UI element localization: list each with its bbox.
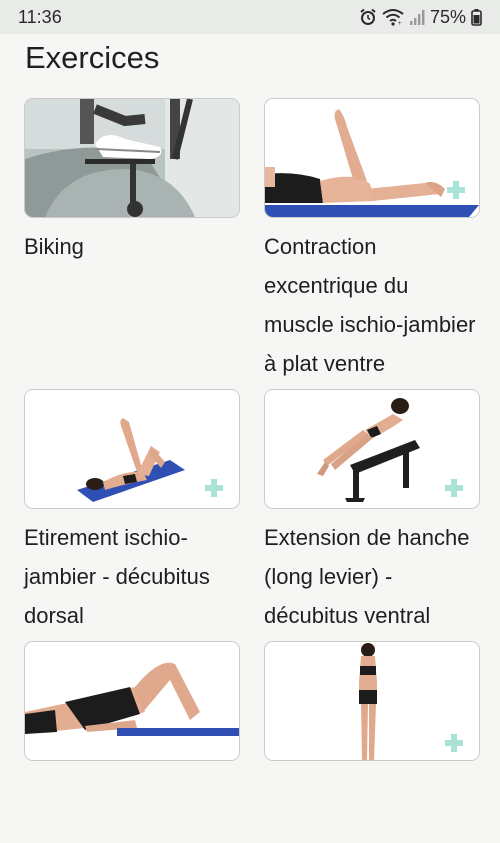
battery-percent: 75% bbox=[429, 6, 466, 27]
exercise-grid: Biking Contraction excentrique du muscle… bbox=[24, 98, 480, 836]
exercise-label: Extension de hanche (long levier) - décu… bbox=[264, 525, 470, 628]
exercise-thumbnail[interactable] bbox=[264, 641, 480, 761]
exercise-thumbnail[interactable] bbox=[24, 98, 240, 218]
battery-icon bbox=[471, 9, 482, 26]
biking-image bbox=[25, 99, 239, 217]
prone-leg-curl-image bbox=[265, 99, 479, 217]
exercise-label: Contraction excentrique du muscle ischio… bbox=[264, 234, 476, 376]
exercise-card-prone-hip-extension[interactable]: Extension de hanche (long levier) - décu… bbox=[264, 389, 480, 641]
status-icons: + 75% bbox=[359, 7, 482, 28]
exercise-card-supine-hamstring-stretch[interactable]: Etirement ischio-jambier - décubitus dor… bbox=[24, 389, 240, 641]
standing-image bbox=[265, 642, 479, 760]
exercise-card-prone-leg-curl[interactable]: Contraction excentrique du muscle ischio… bbox=[264, 98, 480, 389]
status-time: 11:36 bbox=[18, 6, 62, 27]
exercise-label bbox=[264, 761, 480, 836]
exercise-thumbnail[interactable] bbox=[264, 389, 480, 509]
exercise-label: Etirement ischio-jambier - décubitus dor… bbox=[24, 525, 210, 628]
wifi-icon: + bbox=[382, 9, 404, 26]
status-bar: 11:36 + 75% bbox=[0, 0, 500, 34]
exercise-label bbox=[24, 761, 240, 836]
exercise-card-bridge[interactable] bbox=[24, 641, 240, 836]
svg-text:+: + bbox=[398, 21, 402, 26]
alarm-icon bbox=[360, 8, 376, 25]
exercise-card-standing[interactable] bbox=[264, 641, 480, 836]
exercise-card-biking[interactable]: Biking bbox=[24, 98, 240, 389]
prone-hip-extension-image bbox=[265, 390, 479, 508]
bridge-image bbox=[25, 642, 239, 760]
page-title: Exercices bbox=[25, 40, 160, 75]
signal-icon bbox=[409, 10, 425, 25]
exercise-label: Biking bbox=[24, 234, 84, 259]
supine-hamstring-stretch-image bbox=[25, 390, 239, 508]
exercise-thumbnail[interactable] bbox=[24, 641, 240, 761]
exercise-thumbnail[interactable] bbox=[24, 389, 240, 509]
exercise-thumbnail[interactable] bbox=[264, 98, 480, 218]
